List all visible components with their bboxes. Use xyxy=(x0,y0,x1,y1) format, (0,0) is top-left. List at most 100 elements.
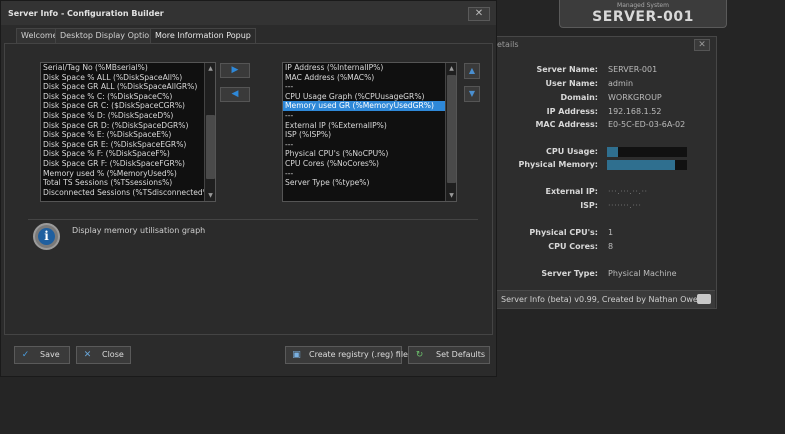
selected-item[interactable]: CPU Usage Graph (%CPUusageGR%) xyxy=(283,92,456,102)
detail-row-isp: ISP: ·······.··· xyxy=(494,201,718,213)
info-icon: i xyxy=(33,223,60,250)
selected-item[interactable]: --- xyxy=(283,111,456,121)
detail-row-ip-address: IP Address: 192.168.1.52 xyxy=(494,107,718,119)
registry-file-icon: ▣ xyxy=(292,350,301,360)
available-item[interactable]: Disk Space GR ALL (%DiskSpaceAllGR%) xyxy=(41,82,215,92)
selected-item[interactable]: External IP (%ExternalIP%) xyxy=(283,121,456,131)
save-button[interactable]: ✓ Save xyxy=(14,346,70,364)
scroll-thumb[interactable] xyxy=(447,75,456,183)
selected-item[interactable]: --- xyxy=(283,140,456,150)
detail-value: Physical Machine xyxy=(608,269,677,278)
detail-label: Domain: xyxy=(560,93,598,102)
available-item[interactable]: Disk Space GR D: (%DiskSpaceDGR%) xyxy=(41,121,215,131)
tab-desktop-display-options[interactable]: Desktop Display Options xyxy=(55,28,164,43)
available-item[interactable]: Disk Space GR F: (%DiskSpaceFGR%) xyxy=(41,159,215,169)
detail-value-redacted: ·······.··· xyxy=(608,201,642,210)
detail-label: Server Name: xyxy=(536,65,598,74)
detail-value: admin xyxy=(608,79,634,88)
detail-value: SERVER-001 xyxy=(608,65,658,74)
available-item[interactable]: Disk Space % ALL (%DiskSpaceAll%) xyxy=(41,73,215,83)
detail-value-redacted: ···.···.··.·· xyxy=(608,187,648,196)
selected-list-scrollbar[interactable]: ▲ ▼ xyxy=(445,63,456,201)
available-item[interactable]: Disk Space % C: (%DiskSpaceC%) xyxy=(41,92,215,102)
close-label: Close xyxy=(102,350,124,359)
scroll-down-icon[interactable]: ▼ xyxy=(447,191,456,200)
available-item[interactable]: Disk Space GR C: ($DiskSpaceCGR%) xyxy=(41,101,215,111)
detail-label: CPU Cores: xyxy=(548,242,598,251)
detail-value: 1 xyxy=(608,228,614,237)
detail-label: External IP: xyxy=(545,187,598,196)
dialog-titlebar[interactable]: Server Info - Configuration Builder ✕ xyxy=(1,1,496,25)
remove-field-button[interactable]: ◀ xyxy=(220,87,250,102)
tab-more-information-popup[interactable]: More Information Popup xyxy=(150,28,256,43)
create-registry-label: Create registry (.reg) file xyxy=(309,350,408,359)
selected-item[interactable]: IP Address (%InternalIP%) xyxy=(283,63,456,73)
available-item[interactable]: Serial/Tag No (%MBserial%) xyxy=(41,63,215,73)
available-fields-list[interactable]: Serial/Tag No (%MBserial%) Disk Space % A… xyxy=(40,62,216,202)
detail-row-external-ip: External IP: ···.···.··.·· xyxy=(494,187,718,199)
footer-text: Server Info (beta) v0.99, Created by Nat… xyxy=(501,295,703,304)
detail-value: 8 xyxy=(608,242,614,251)
selected-item[interactable]: Server Type (%type%) xyxy=(283,178,456,188)
selected-item[interactable]: Physical CPU's (%NoCPU%) xyxy=(283,149,456,159)
available-item[interactable]: Disk Space % F: (%DiskSpaceF%) xyxy=(41,149,215,159)
selected-item[interactable]: --- xyxy=(283,169,456,179)
detail-label: Physical Memory: xyxy=(518,160,598,169)
available-item[interactable]: Disk Space GR E: (%DiskSpaceEGR%) xyxy=(41,140,215,150)
server-details-popup: etails ✕ Server Name: SERVER-001 User Nam… xyxy=(493,36,717,309)
field-description: Display memory utilisation graph xyxy=(72,226,206,235)
set-defaults-button[interactable]: ↻ Set Defaults xyxy=(408,346,490,364)
selected-fields-list[interactable]: IP Address (%InternalIP%) MAC Address (%M… xyxy=(282,62,457,202)
detail-row-domain: Domain: WORKGROUP xyxy=(494,93,718,105)
save-label: Save xyxy=(40,350,60,359)
selected-item[interactable]: --- xyxy=(283,82,456,92)
selected-item[interactable]: MAC Address (%MAC%) xyxy=(283,73,456,83)
detail-row-server-type: Server Type: Physical Machine xyxy=(494,269,718,281)
available-item[interactable]: Total TS Sessions (%TSsessions%) xyxy=(41,178,215,188)
detail-label: Server Type: xyxy=(541,269,598,278)
details-close-button[interactable]: ✕ xyxy=(694,39,710,51)
details-footer: Server Info (beta) v0.99, Created by Nat… xyxy=(495,290,715,308)
selected-item[interactable]: Memory used GR (%MemoryUsedGR%) xyxy=(283,101,456,111)
detail-value: 192.168.1.52 xyxy=(608,107,662,116)
close-button[interactable]: ✕ Close xyxy=(76,346,131,364)
detail-row-physical-cpus: Physical CPU's: 1 xyxy=(494,228,718,240)
dialog-close-button[interactable]: ✕ xyxy=(468,7,490,21)
add-field-button[interactable]: ▶ xyxy=(220,63,250,78)
scroll-up-icon[interactable]: ▲ xyxy=(447,64,456,73)
detail-row-cpu-usage: CPU Usage: xyxy=(494,147,718,159)
cpu-usage-fill xyxy=(607,147,619,157)
cpu-usage-bar xyxy=(607,147,687,157)
available-item[interactable]: Memory used % (%MemoryUsed%) xyxy=(41,169,215,179)
available-item[interactable]: Disconnected Sessions (%TSdisconnected% xyxy=(41,188,215,198)
close-icon: ✕ xyxy=(83,350,92,360)
selected-item[interactable]: CPU Cores (%NoCores%) xyxy=(283,159,456,169)
reset-defaults-icon: ↻ xyxy=(415,350,424,360)
detail-value: WORKGROUP xyxy=(608,93,662,102)
managed-system-label: Managed System xyxy=(617,2,669,9)
detail-label: ISP: xyxy=(580,201,598,210)
detail-value: E0-5C-ED-03-6A-02 xyxy=(608,120,686,129)
scroll-thumb[interactable] xyxy=(206,115,215,179)
set-defaults-label: Set Defaults xyxy=(436,350,486,359)
available-list-scrollbar[interactable]: ▲ ▼ xyxy=(204,63,215,201)
available-item[interactable]: Disk Space % D: (%DiskSpaceD%) xyxy=(41,111,215,121)
move-down-button[interactable]: ▼ xyxy=(464,86,480,102)
scroll-down-icon[interactable]: ▼ xyxy=(206,191,215,200)
create-registry-button[interactable]: ▣ Create registry (.reg) file xyxy=(285,346,408,364)
detail-label: User Name: xyxy=(545,79,598,88)
move-up-button[interactable]: ▲ xyxy=(464,63,480,79)
available-item[interactable]: Disk Space % E: (%DiskSpaceE%) xyxy=(41,130,215,140)
detail-row-cpu-cores: CPU Cores: 8 xyxy=(494,242,718,254)
configuration-builder-dialog: Server Info - Configuration Builder ✕ We… xyxy=(0,0,497,377)
memory-usage-fill xyxy=(607,160,675,170)
managed-system-name: SERVER-001 xyxy=(592,9,694,25)
detail-label: MAC Address: xyxy=(535,120,598,129)
scroll-up-icon[interactable]: ▲ xyxy=(206,64,215,73)
selected-item[interactable]: ISP (%ISP%) xyxy=(283,130,456,140)
details-title: etails xyxy=(497,40,519,49)
plugin-icon xyxy=(697,294,711,304)
tab-panel: Serial/Tag No (%MBserial%) Disk Space % A… xyxy=(4,43,493,335)
detail-label: CPU Usage: xyxy=(545,147,598,156)
managed-system-card: Managed System SERVER-001 xyxy=(559,0,727,28)
